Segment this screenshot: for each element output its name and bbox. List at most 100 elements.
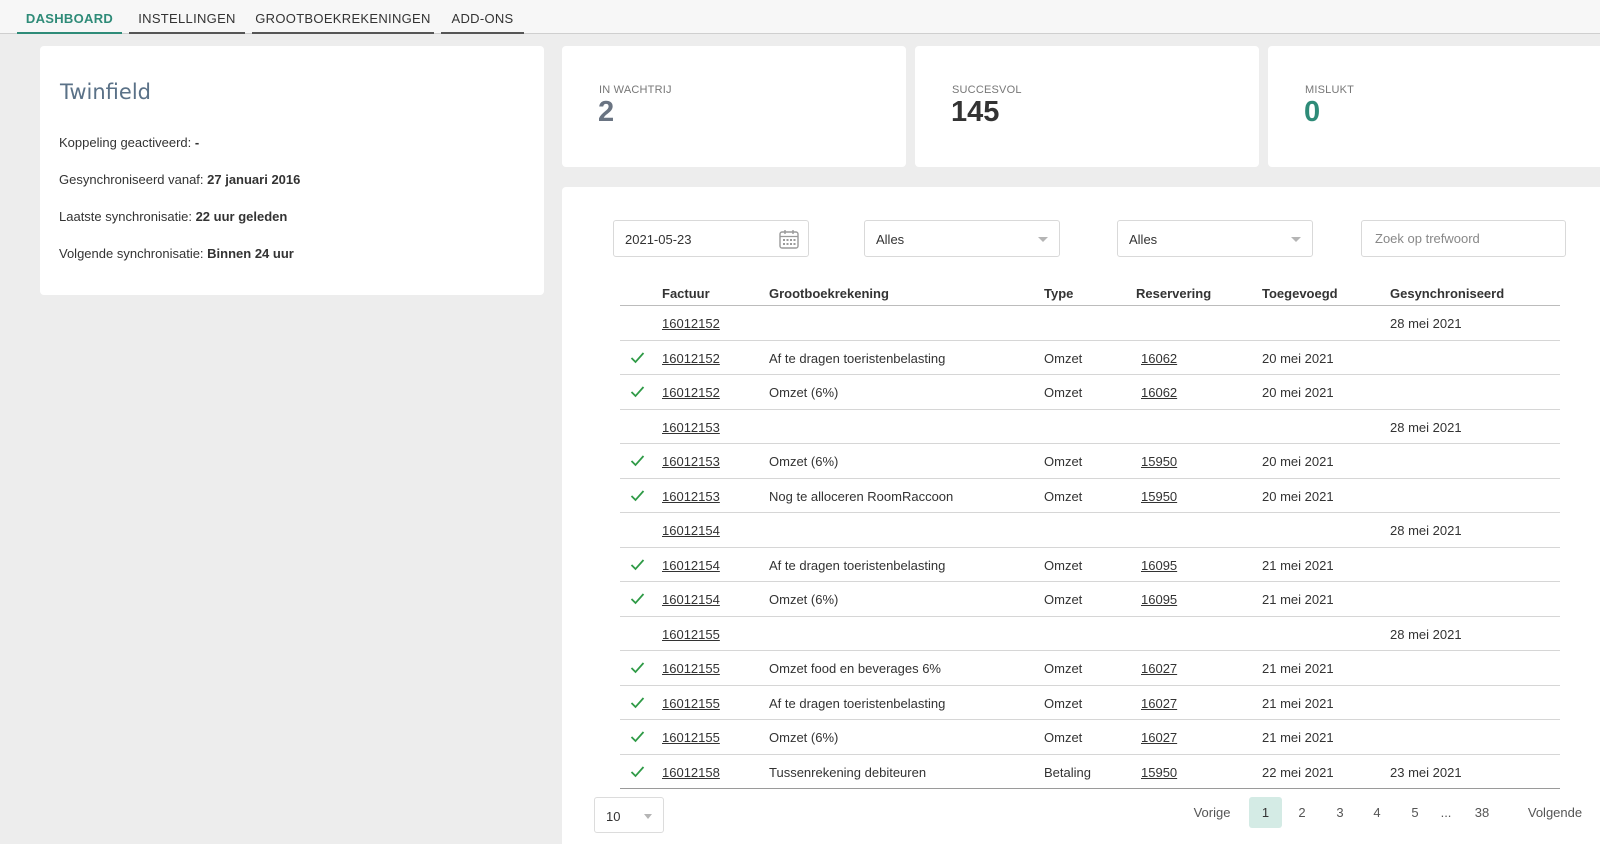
- cell-factuur[interactable]: 16012155: [662, 627, 720, 642]
- tab-add-ons[interactable]: ADD-ONS: [441, 0, 524, 34]
- page-button-4[interactable]: 4: [1362, 797, 1392, 828]
- col-type[interactable]: Type: [1044, 286, 1073, 301]
- col-reservering[interactable]: Reservering: [1136, 286, 1211, 301]
- cell-reservering[interactable]: 15950: [1141, 454, 1177, 469]
- stat-label: IN WACHTRIJ: [599, 84, 672, 96]
- cell-factuur[interactable]: 16012155: [662, 696, 720, 711]
- info-activated-value: -: [194, 135, 200, 150]
- search-input[interactable]: [1362, 221, 1565, 256]
- col-toegevoegd[interactable]: Toegevoegd: [1262, 286, 1338, 301]
- cell-gesynchroniseerd: 28 mei 2021: [1390, 419, 1462, 435]
- cell-toegevoegd: 20 mei 2021: [1262, 350, 1334, 366]
- table-row: 16012153 28 mei 2021: [620, 410, 1560, 444]
- checkmark-icon: [630, 662, 645, 674]
- cell-factuur[interactable]: 16012154: [662, 592, 720, 607]
- checkmark-icon: [630, 351, 645, 363]
- page-button-2[interactable]: 2: [1287, 797, 1317, 828]
- date-filter[interactable]: 2021-05-23: [613, 220, 809, 257]
- sync-log-card: 2021-05-23 Alles Alles Factuur Grootboek…: [562, 187, 1600, 844]
- page-button-5[interactable]: 5: [1400, 797, 1430, 828]
- search-field: [1361, 220, 1566, 257]
- table-body: 16012152 28 mei 2021 16012152 Af te dragen …: [620, 306, 1560, 789]
- cell-factuur[interactable]: 16012152: [662, 351, 720, 366]
- table-row: 16012154 Af te dragen toeristenbelasting O…: [620, 548, 1560, 582]
- cell-grootboekrekening: Tussenrekening debiteuren: [769, 764, 927, 780]
- type-select[interactable]: Alles: [864, 220, 1060, 257]
- prev-page-button[interactable]: Vorige: [1184, 797, 1240, 828]
- cell-type: Omzet: [1044, 385, 1083, 400]
- tab-grootboekrekeningen[interactable]: GROOTBOEKREKENINGEN: [252, 0, 434, 34]
- cell-grootboekrekening: Omzet (6%): [769, 454, 839, 469]
- col-gesynchroniseerd[interactable]: Gesynchroniseerd: [1390, 286, 1504, 301]
- cell-reservering[interactable]: 16062: [1141, 351, 1177, 366]
- page-button-3[interactable]: 3: [1325, 797, 1355, 828]
- cell-toegevoegd: 21 mei 2021: [1262, 695, 1334, 711]
- checkmark-icon: [630, 696, 645, 708]
- cell-reservering[interactable]: 16027: [1141, 696, 1177, 711]
- cell-grootboekrekening: Af te dragen toeristenbelasting: [769, 557, 946, 573]
- cell-grootboekrekening: Af te dragen toeristenbelasting: [769, 695, 946, 711]
- per-page-select[interactable]: 10: [594, 797, 664, 833]
- info-last-sync: Laatste synchronisatie: 22 uur geleden: [59, 209, 288, 224]
- cell-factuur[interactable]: 16012153: [662, 489, 720, 504]
- cell-type: Omzet: [1044, 557, 1083, 573]
- cell-reservering[interactable]: 16095: [1141, 592, 1177, 607]
- page-ellipsis: ...: [1440, 805, 1452, 820]
- info-last-sync-value: 22 uur geleden: [195, 209, 288, 224]
- cell-type: Omzet: [1044, 661, 1083, 676]
- integration-title: Twinfield: [60, 80, 151, 104]
- cell-reservering[interactable]: 16027: [1141, 661, 1177, 676]
- chevron-down-icon: [1291, 237, 1301, 242]
- cell-type: Omzet: [1044, 488, 1083, 504]
- col-factuur[interactable]: Factuur: [662, 286, 710, 301]
- calendar-icon[interactable]: [778, 228, 800, 250]
- stat-value: 0: [1304, 96, 1321, 128]
- status-select[interactable]: Alles: [1117, 220, 1313, 257]
- col-grootboekrekening[interactable]: Grootboekrekening: [769, 286, 889, 301]
- cell-toegevoegd: 21 mei 2021: [1262, 557, 1334, 573]
- per-page-value: 10: [606, 809, 621, 824]
- cell-reservering[interactable]: 16095: [1141, 558, 1177, 573]
- cell-factuur[interactable]: 16012158: [662, 765, 720, 780]
- stat-card-success: SUCCESVOL 145: [915, 46, 1259, 167]
- cell-factuur[interactable]: 16012152: [662, 385, 720, 400]
- table-row: 16012155 28 mei 2021: [620, 617, 1560, 651]
- status-select-value: Alles: [1129, 232, 1158, 247]
- date-filter-value: 2021-05-23: [625, 232, 692, 247]
- table-row: 16012152 Af te dragen toeristenbelasting O…: [620, 341, 1560, 375]
- cell-reservering[interactable]: 16062: [1141, 385, 1177, 400]
- table-row: 16012154 Omzet (6%) Omzet 16095 21 mei 2021: [620, 582, 1560, 617]
- table-row: 16012153 Nog te alloceren RoomRaccoon Omze…: [620, 479, 1560, 513]
- cell-type: Omzet: [1044, 592, 1083, 607]
- cell-grootboekrekening: Omzet (6%): [769, 730, 839, 745]
- cell-reservering[interactable]: 16027: [1141, 730, 1177, 745]
- cell-factuur[interactable]: 16012153: [662, 454, 720, 469]
- checkmark-icon: [630, 489, 645, 501]
- cell-reservering[interactable]: 15950: [1141, 765, 1177, 780]
- info-activated: Koppeling geactiveerd: -: [59, 135, 200, 150]
- cell-toegevoegd: 20 mei 2021: [1262, 385, 1334, 400]
- table-row: 16012158 Tussenrekening debiteuren Betalin…: [620, 755, 1560, 789]
- cell-factuur[interactable]: 16012154: [662, 558, 720, 573]
- page-button-1[interactable]: 1: [1249, 797, 1282, 828]
- cell-factuur[interactable]: 16012153: [662, 420, 720, 435]
- table-header: Factuur Grootboekrekening Type Reserveri…: [620, 277, 1560, 306]
- info-synced-since-value: 27 januari 2016: [207, 172, 301, 187]
- cell-factuur[interactable]: 16012154: [662, 523, 720, 538]
- next-page-button[interactable]: Volgende: [1520, 797, 1590, 828]
- page-button-38[interactable]: 38: [1465, 797, 1499, 828]
- cell-type: Omzet: [1044, 454, 1083, 469]
- cell-gesynchroniseerd: 28 mei 2021: [1390, 523, 1462, 538]
- checkmark-icon: [630, 386, 645, 398]
- cell-toegevoegd: 20 mei 2021: [1262, 488, 1334, 504]
- integration-info-card: Twinfield Koppeling geactiveerd: - Gesyn…: [40, 46, 544, 295]
- tab-instellingen[interactable]: INSTELLINGEN: [129, 0, 245, 34]
- table-row: 16012155 Af te dragen toeristenbelasting O…: [620, 686, 1560, 720]
- cell-factuur[interactable]: 16012155: [662, 730, 720, 745]
- table-row: 16012155 Omzet food en beverages 6% Omzet 1…: [620, 651, 1560, 686]
- tab-dashboard[interactable]: DASHBOARD: [17, 0, 122, 34]
- cell-reservering[interactable]: 15950: [1141, 489, 1177, 504]
- cell-factuur[interactable]: 16012152: [662, 316, 720, 331]
- checkmark-icon: [630, 593, 645, 605]
- cell-factuur[interactable]: 16012155: [662, 661, 720, 676]
